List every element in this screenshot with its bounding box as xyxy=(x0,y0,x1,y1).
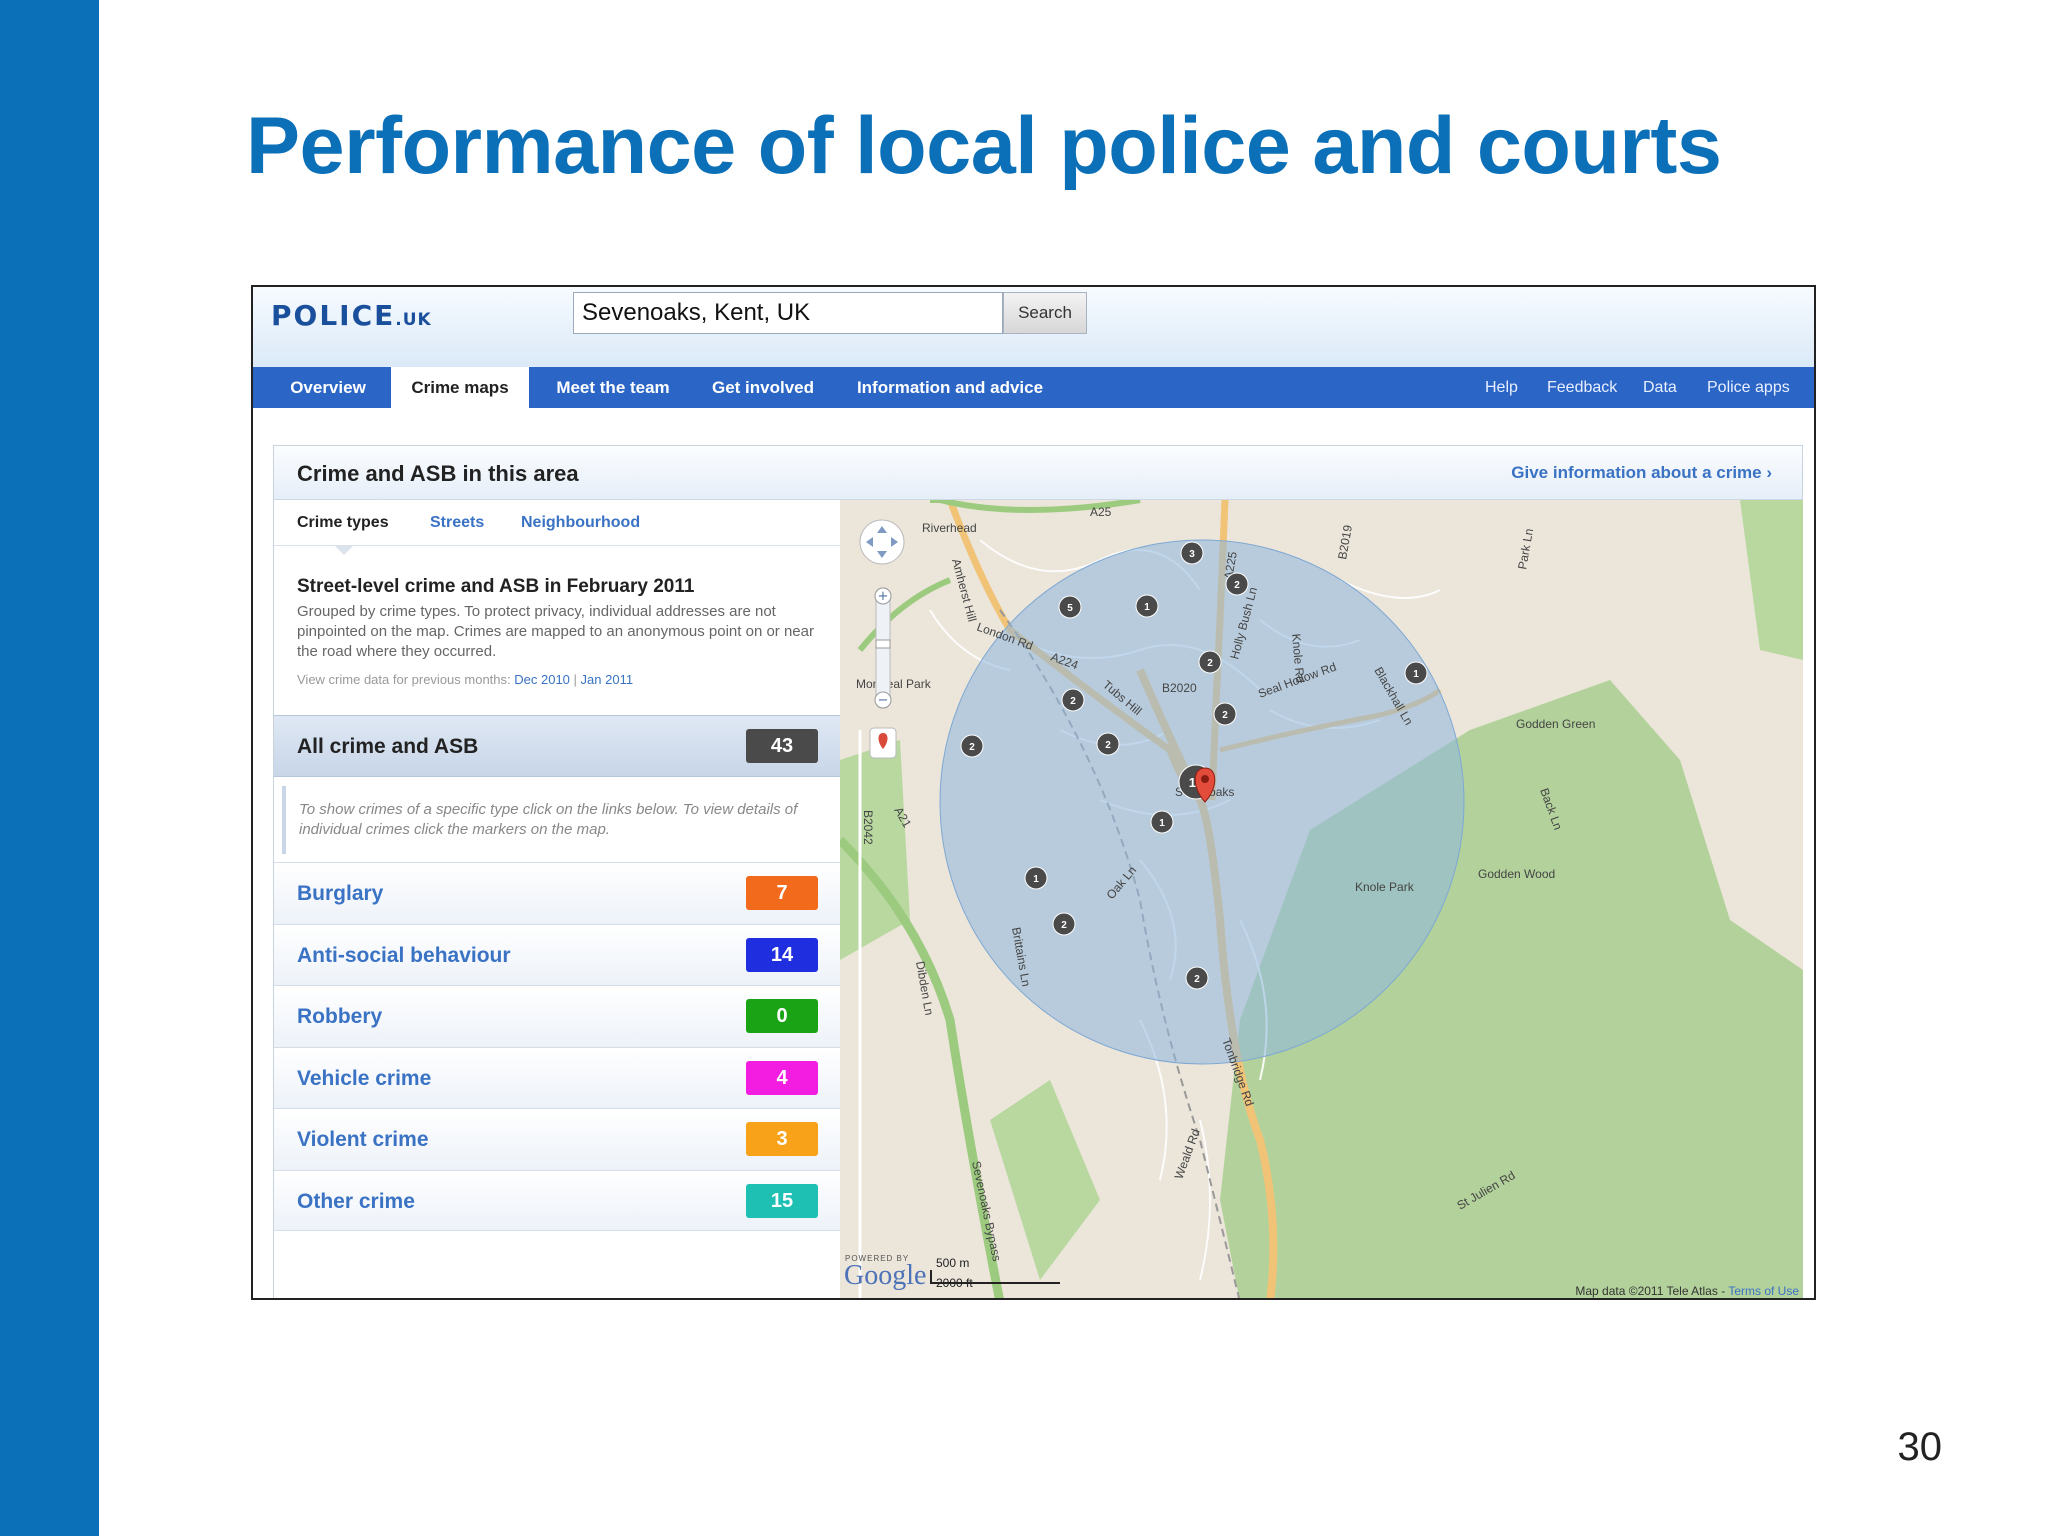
cluster-marker-label: 1 xyxy=(1144,602,1150,613)
crime-label: Robbery xyxy=(297,1005,383,1028)
cluster-marker-label: 2 xyxy=(1061,920,1067,931)
cluster-marker-label: 2 xyxy=(1070,696,1076,707)
map-attribution: Map data ©2011 Tele Atlas - Terms of Use xyxy=(1575,1284,1799,1298)
subtabs: Crime types Streets Neighbourhood xyxy=(274,500,840,555)
previous-month-link-dec-2010[interactable]: Dec 2010 xyxy=(514,672,570,687)
police-uk-logo[interactable]: POLICE.UK xyxy=(271,299,432,332)
cluster-marker-label: 1 xyxy=(1033,874,1039,885)
cluster-marker-label: 2 xyxy=(1234,580,1240,591)
place-label-godden-wood: Godden Wood xyxy=(1478,867,1555,881)
crime-type-list: Burglary 7 Anti-social behaviour 14 Robb… xyxy=(274,862,840,1231)
cluster-marker-label: 2 xyxy=(1105,740,1111,751)
svg-text:+: + xyxy=(878,589,889,604)
crime-count-badge: 14 xyxy=(746,937,818,972)
search-button[interactable]: Search xyxy=(1003,292,1087,334)
road-label-b2042: B2042 xyxy=(861,810,875,845)
cluster-marker-label: 1 xyxy=(1413,669,1419,680)
info-heading: Street-level crime and ASB in February 2… xyxy=(297,576,695,597)
crime-panel-title: Crime and ASB in this area xyxy=(297,461,579,486)
place-label-knole-park: Knole Park xyxy=(1355,880,1415,894)
crime-panel-header: Crime and ASB in this area Give informat… xyxy=(274,446,1802,500)
site-header: POLICE.UK Sevenoaks, Kent, UK Search xyxy=(253,287,1814,367)
place-label-godden-green: Godden Green xyxy=(1516,717,1595,731)
page-number: 30 xyxy=(1897,1425,1943,1469)
crime-row-robbery[interactable]: Robbery 0 xyxy=(274,985,840,1047)
scale-metric: 500 m xyxy=(936,1256,970,1270)
nav-link-help[interactable]: Help xyxy=(1485,367,1518,408)
map-attribution-text: Map data ©2011 Tele Atlas - xyxy=(1575,1284,1726,1298)
crime-count-badge: 0 xyxy=(746,999,818,1033)
previous-months-label: View crime data for previous months: xyxy=(297,672,511,687)
place-label-riverhead: Riverhead xyxy=(922,521,977,535)
crime-map[interactable]: Riverhead Sevenoaks Knole Park Godden Gr… xyxy=(840,500,1803,1300)
nav-tab-meet-the-team[interactable]: Meet the team xyxy=(538,367,688,408)
cluster-marker-label: 1 xyxy=(1159,818,1165,829)
crime-list-panel: Crime types Streets Neighbourhood Street… xyxy=(274,500,840,1298)
slide-title: Performance of local police and courts xyxy=(246,101,1722,191)
previous-month-link-jan-2011[interactable]: Jan 2011 xyxy=(581,672,634,687)
crime-row-violent-crime[interactable]: Violent crime 3 xyxy=(274,1108,840,1170)
cluster-marker-label: 5 xyxy=(1067,603,1073,614)
crime-label: Vehicle crime xyxy=(297,1066,432,1090)
crime-count-badge: 3 xyxy=(746,1122,818,1156)
info-block: Street-level crime and ASB in February 2… xyxy=(297,576,822,687)
terms-of-use-link[interactable]: Terms of Use xyxy=(1728,1284,1799,1298)
crime-row-anti-social-behaviour[interactable]: Anti-social behaviour 14 xyxy=(274,923,840,985)
road-label-a25: A25 xyxy=(1090,505,1112,519)
cluster-marker-label: 2 xyxy=(969,742,975,753)
all-crime-label: All crime and ASB xyxy=(297,735,479,758)
cluster-marker-label: 2 xyxy=(1222,710,1228,721)
nav-tab-crime-maps[interactable]: Crime maps xyxy=(391,367,529,408)
nav-link-data[interactable]: Data xyxy=(1643,367,1677,408)
subtab-crime-types[interactable]: Crime types xyxy=(297,514,389,532)
cluster-marker-label: 3 xyxy=(1189,549,1195,560)
crime-label: Other crime xyxy=(297,1189,415,1213)
previous-months: View crime data for previous months: Dec… xyxy=(297,672,634,687)
nav-tab-get-involved[interactable]: Get involved xyxy=(693,367,833,408)
crime-row-burglary[interactable]: Burglary 7 xyxy=(274,862,840,924)
crime-row-vehicle-crime[interactable]: Vehicle crime 4 xyxy=(274,1046,840,1108)
crime-row-other-crime[interactable]: Other crime 15 xyxy=(274,1169,840,1231)
crime-count-badge: 7 xyxy=(746,876,818,910)
search-input[interactable]: Sevenoaks, Kent, UK xyxy=(573,292,1003,334)
map-canvas[interactable]: Riverhead Sevenoaks Knole Park Godden Gr… xyxy=(840,500,1803,1300)
all-crime-row[interactable]: All crime and ASB 43 xyxy=(274,715,840,777)
road-label-b2020: B2020 xyxy=(1162,681,1197,695)
all-crime-count-badge: 43 xyxy=(746,729,818,763)
svg-text:−: − xyxy=(878,693,889,708)
nav-tab-information-and-advice[interactable]: Information and advice xyxy=(840,367,1060,408)
zoom-slider-handle[interactable] xyxy=(875,639,891,649)
scale-imperial: 2000 ft xyxy=(936,1276,973,1290)
place-label-montreal-park: Montreal Park xyxy=(856,677,932,691)
crime-count-badge: 15 xyxy=(746,1183,818,1218)
crime-label: Violent crime xyxy=(297,1128,429,1151)
pan-control-icon[interactable] xyxy=(859,519,905,565)
slide: Performance of local police and courts P… xyxy=(0,0,2048,1536)
nav-link-feedback[interactable]: Feedback xyxy=(1547,367,1617,408)
subtab-pointer xyxy=(334,545,354,555)
zoom-control[interactable]: + − xyxy=(874,587,892,709)
nav-tab-overview[interactable]: Overview xyxy=(273,367,383,408)
crime-panel: Crime and ASB in this area Give informat… xyxy=(273,445,1803,1300)
police-website-screenshot: POLICE.UK Sevenoaks, Kent, UK Search Ove… xyxy=(251,285,1816,1300)
slide-side-bar xyxy=(0,0,99,1536)
crime-instructions: To show crimes of a specific type click … xyxy=(282,786,832,854)
main-nav: Overview Crime maps Meet the team Get in… xyxy=(253,367,1814,408)
crime-count-badge: 4 xyxy=(746,1060,818,1095)
crime-label: Burglary xyxy=(297,882,384,905)
google-logo[interactable]: Google xyxy=(844,1260,926,1292)
subtab-streets[interactable]: Streets xyxy=(430,514,484,532)
nav-link-police-apps[interactable]: Police apps xyxy=(1707,367,1790,408)
give-information-link[interactable]: Give information about a crime › xyxy=(1511,463,1772,483)
logo-main: POLICE xyxy=(271,299,396,332)
cluster-marker-label: 2 xyxy=(1194,974,1200,985)
logo-suffix: .UK xyxy=(395,310,432,330)
subtab-neighbourhood[interactable]: Neighbourhood xyxy=(521,514,640,532)
cluster-marker-label: 2 xyxy=(1207,658,1213,669)
info-text: Grouped by crime types. To protect priva… xyxy=(297,603,814,660)
crime-label: Anti-social behaviour xyxy=(297,943,511,967)
street-view-pegman-icon[interactable] xyxy=(869,727,897,759)
